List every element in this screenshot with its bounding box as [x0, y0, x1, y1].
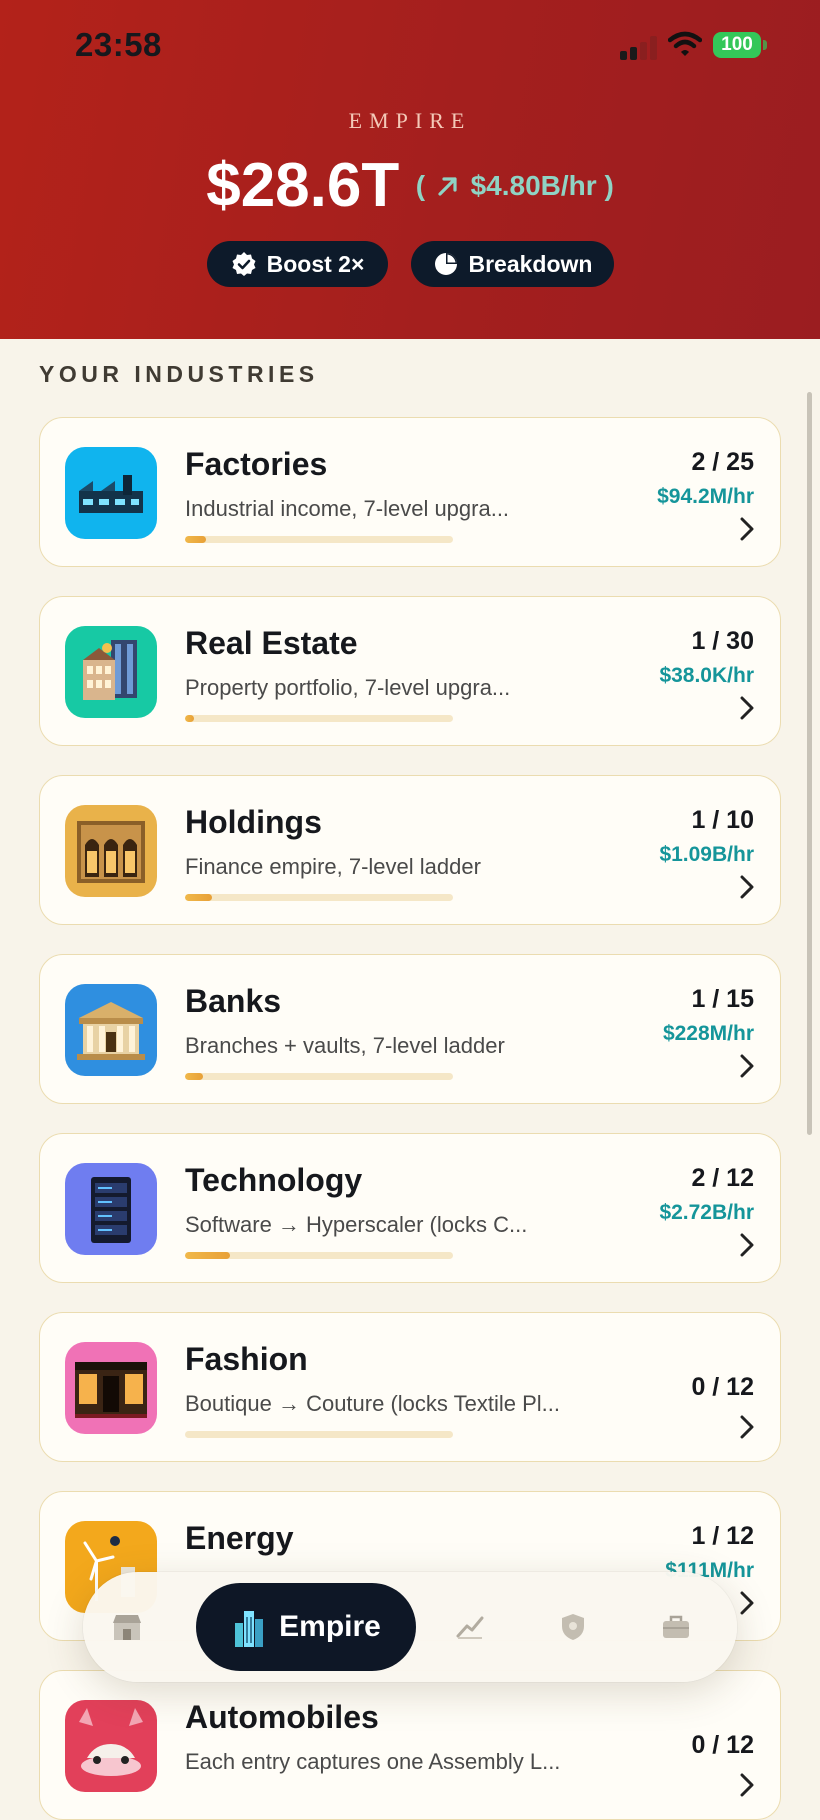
- industry-description: Software → Hyperscaler (locks C...: [185, 1212, 528, 1237]
- industry-count: 1 / 15: [691, 985, 754, 1013]
- industry-rate: $94.2M/hr: [657, 485, 754, 508]
- industry-description: Industrial income, 7-level upgra...: [185, 496, 510, 521]
- bank-icon: [65, 984, 157, 1076]
- industry-description: Each entry captures one Assembly L...: [185, 1749, 561, 1774]
- industry-description: Branches + vaults, 7-level ladder: [185, 1033, 505, 1058]
- chevron-right-icon: [740, 696, 754, 720]
- industry-card-automobiles[interactable]: Automobiles Each entry captures one Asse…: [39, 1670, 781, 1820]
- briefcase-icon[interactable]: [658, 1609, 694, 1645]
- industry-name: Banks: [185, 983, 282, 1019]
- buildings-icon: [65, 626, 157, 718]
- industry-progress-bar: [185, 536, 453, 543]
- empire-tab-label: Empire: [279, 1610, 381, 1643]
- industry-name: Energy: [185, 1520, 294, 1556]
- car-icon: [65, 1700, 157, 1792]
- industry-description: Property portfolio, 7-level upgra...: [185, 675, 511, 700]
- industry-name: Automobiles: [185, 1699, 379, 1735]
- industry-progress-bar: [185, 715, 453, 722]
- bottom-tab-bar: Empire: [83, 1572, 737, 1682]
- industry-progress-bar: [185, 1431, 453, 1438]
- industry-rate: $228M/hr: [662, 1022, 754, 1045]
- industry-count: 1 / 10: [691, 806, 754, 834]
- industry-description: Boutique → Couture (locks Textile Pl...: [185, 1391, 560, 1416]
- industry-card-factories[interactable]: Factories Industrial income, 7-level upg…: [39, 417, 781, 567]
- shield-icon[interactable]: [555, 1609, 591, 1645]
- chevron-right-icon: [740, 875, 754, 899]
- stocks-chart-icon[interactable]: [452, 1609, 488, 1645]
- chevron-right-icon: [740, 1233, 754, 1257]
- chevron-right-icon: [740, 1415, 754, 1439]
- industry-count: 2 / 12: [691, 1164, 754, 1192]
- progress-fill: [185, 894, 212, 901]
- industry-progress-bar: [185, 1073, 453, 1080]
- empire-skyline-icon: [235, 1611, 264, 1647]
- holdings-building-icon: [65, 805, 157, 897]
- chevron-right-icon: [740, 517, 754, 541]
- chevron-right-icon: [740, 1054, 754, 1078]
- progress-fill: [185, 1073, 203, 1080]
- industry-list: Factories Industrial income, 7-level upg…: [0, 0, 820, 1820]
- industry-progress-bar: [185, 894, 453, 901]
- industry-count: 2 / 25: [691, 448, 754, 476]
- boutique-icon: [65, 1342, 157, 1434]
- chevron-right-icon: [740, 1773, 754, 1797]
- industry-card-holdings[interactable]: Holdings Finance empire, 7-level ladder …: [39, 775, 781, 925]
- industry-count: 0 / 12: [691, 1731, 754, 1759]
- industry-rate: $38.0K/hr: [659, 664, 754, 687]
- progress-fill: [185, 536, 207, 543]
- shop-icon[interactable]: [109, 1609, 145, 1645]
- industry-card-fashion[interactable]: Fashion Boutique → Couture (locks Textil…: [39, 1312, 781, 1462]
- factory-icon: [65, 447, 157, 539]
- industry-card-banks[interactable]: Banks Branches + vaults, 7-level ladder …: [39, 954, 781, 1104]
- server-rack-icon: [65, 1163, 157, 1255]
- industry-name: Real Estate: [185, 625, 358, 661]
- industry-name: Factories: [185, 446, 328, 482]
- industry-rate: $1.09B/hr: [659, 843, 754, 866]
- progress-fill: [185, 715, 194, 722]
- industry-rate: $2.72B/hr: [659, 1201, 754, 1224]
- progress-fill: [185, 1252, 230, 1259]
- industry-name: Holdings: [185, 804, 322, 840]
- industry-card-real-estate[interactable]: Real Estate Property portfolio, 7-level …: [39, 596, 781, 746]
- industry-description: Finance empire, 7-level ladder: [185, 854, 481, 879]
- industry-count: 1 / 30: [691, 627, 754, 655]
- industry-name: Technology: [185, 1162, 363, 1198]
- industry-count: 1 / 12: [691, 1522, 754, 1550]
- empire-tab[interactable]: Empire: [196, 1583, 416, 1671]
- chevron-right-icon: [740, 1591, 754, 1615]
- industry-card-technology[interactable]: Technology Software → Hyperscaler (locks…: [39, 1133, 781, 1283]
- industry-progress-bar: [185, 1252, 453, 1259]
- industry-count: 0 / 12: [691, 1373, 754, 1401]
- industry-name: Fashion: [185, 1341, 308, 1377]
